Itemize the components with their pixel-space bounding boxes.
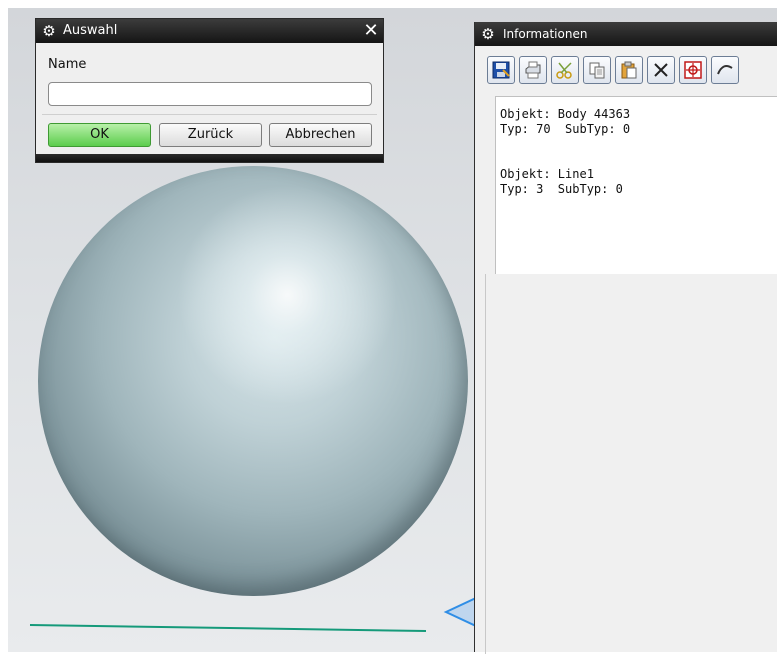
back-button[interactable]: Zurück bbox=[159, 123, 262, 147]
dialog-title: Auswahl bbox=[63, 23, 118, 38]
info-text: Objekt: Body 44363 Typ: 70 SubTyp: 0 Obj… bbox=[500, 107, 631, 196]
name-input[interactable] bbox=[48, 82, 372, 106]
target-icon bbox=[684, 61, 702, 79]
gear-icon[interactable]: ⚙ bbox=[480, 26, 496, 42]
cut-icon bbox=[556, 62, 572, 79]
save-button[interactable] bbox=[487, 56, 515, 84]
info-text-area[interactable]: Objekt: Body 44363 Typ: 70 SubTyp: 0 Obj… bbox=[495, 96, 777, 274]
print-button[interactable] bbox=[519, 56, 547, 84]
select-point-button[interactable] bbox=[679, 56, 707, 84]
info-window: ⚙ Informationen Objekt: Body 44363 Typ: … bbox=[474, 22, 777, 654]
curve-button[interactable] bbox=[711, 56, 739, 84]
info-title-bar[interactable]: ⚙ Informationen bbox=[475, 22, 777, 46]
axis-arrow-icon bbox=[443, 596, 477, 628]
copy-icon bbox=[589, 62, 605, 79]
close-icon[interactable]: ✕ bbox=[361, 21, 381, 41]
curve-icon bbox=[717, 65, 733, 75]
info-title: Informationen bbox=[503, 27, 588, 41]
paste-button[interactable] bbox=[615, 56, 643, 84]
delete-icon bbox=[654, 63, 668, 77]
cancel-button[interactable]: Abbrechen bbox=[269, 123, 372, 147]
dialog-bottom-bar bbox=[36, 154, 383, 162]
copy-button[interactable] bbox=[583, 56, 611, 84]
ok-button[interactable]: OK bbox=[48, 123, 151, 147]
paste-icon bbox=[621, 61, 637, 79]
gear-icon[interactable]: ⚙ bbox=[41, 23, 57, 39]
save-icon bbox=[492, 61, 510, 79]
print-icon bbox=[525, 61, 541, 79]
info-toolbar bbox=[487, 56, 777, 90]
delete-button[interactable] bbox=[647, 56, 675, 84]
info-lower-panel bbox=[485, 274, 777, 654]
cut-button[interactable] bbox=[551, 56, 579, 84]
dialog-title-bar[interactable]: ⚙ Auswahl ✕ bbox=[36, 19, 383, 43]
auswahl-dialog: ⚙ Auswahl ✕ Name OK Zurück Abbrechen bbox=[35, 18, 384, 163]
dialog-separator bbox=[42, 114, 377, 115]
name-label: Name bbox=[48, 57, 87, 72]
